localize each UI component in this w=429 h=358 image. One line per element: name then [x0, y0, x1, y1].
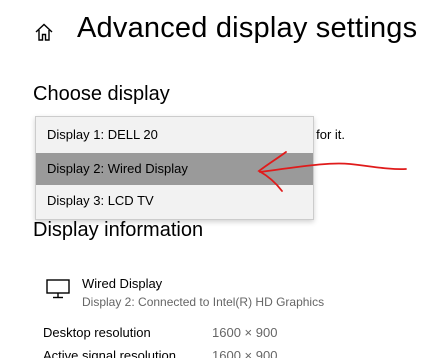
- page-title: Advanced display settings: [77, 12, 418, 44]
- display-connection-text: Display 2: Connected to Intel(R) HD Grap…: [82, 295, 325, 309]
- desktop-resolution-value: 1600 × 900: [212, 325, 278, 340]
- desktop-resolution-label: Desktop resolution: [43, 325, 151, 340]
- settings-page: Advanced display settings Choose display…: [0, 0, 429, 358]
- active-signal-resolution-value: 1600 × 900: [212, 348, 278, 358]
- red-annotation-arrow: [257, 151, 407, 192]
- monitor-icon: [46, 279, 70, 299]
- choose-display-heading: Choose display: [33, 83, 170, 105]
- home-icon[interactable]: [34, 22, 54, 42]
- display-information-heading: Display information: [33, 219, 204, 241]
- dropdown-option-display-1[interactable]: Display 1: DELL 20: [36, 119, 313, 151]
- active-signal-resolution-label: Active signal resolution: [43, 348, 176, 358]
- display-name: Wired Display: [82, 276, 163, 291]
